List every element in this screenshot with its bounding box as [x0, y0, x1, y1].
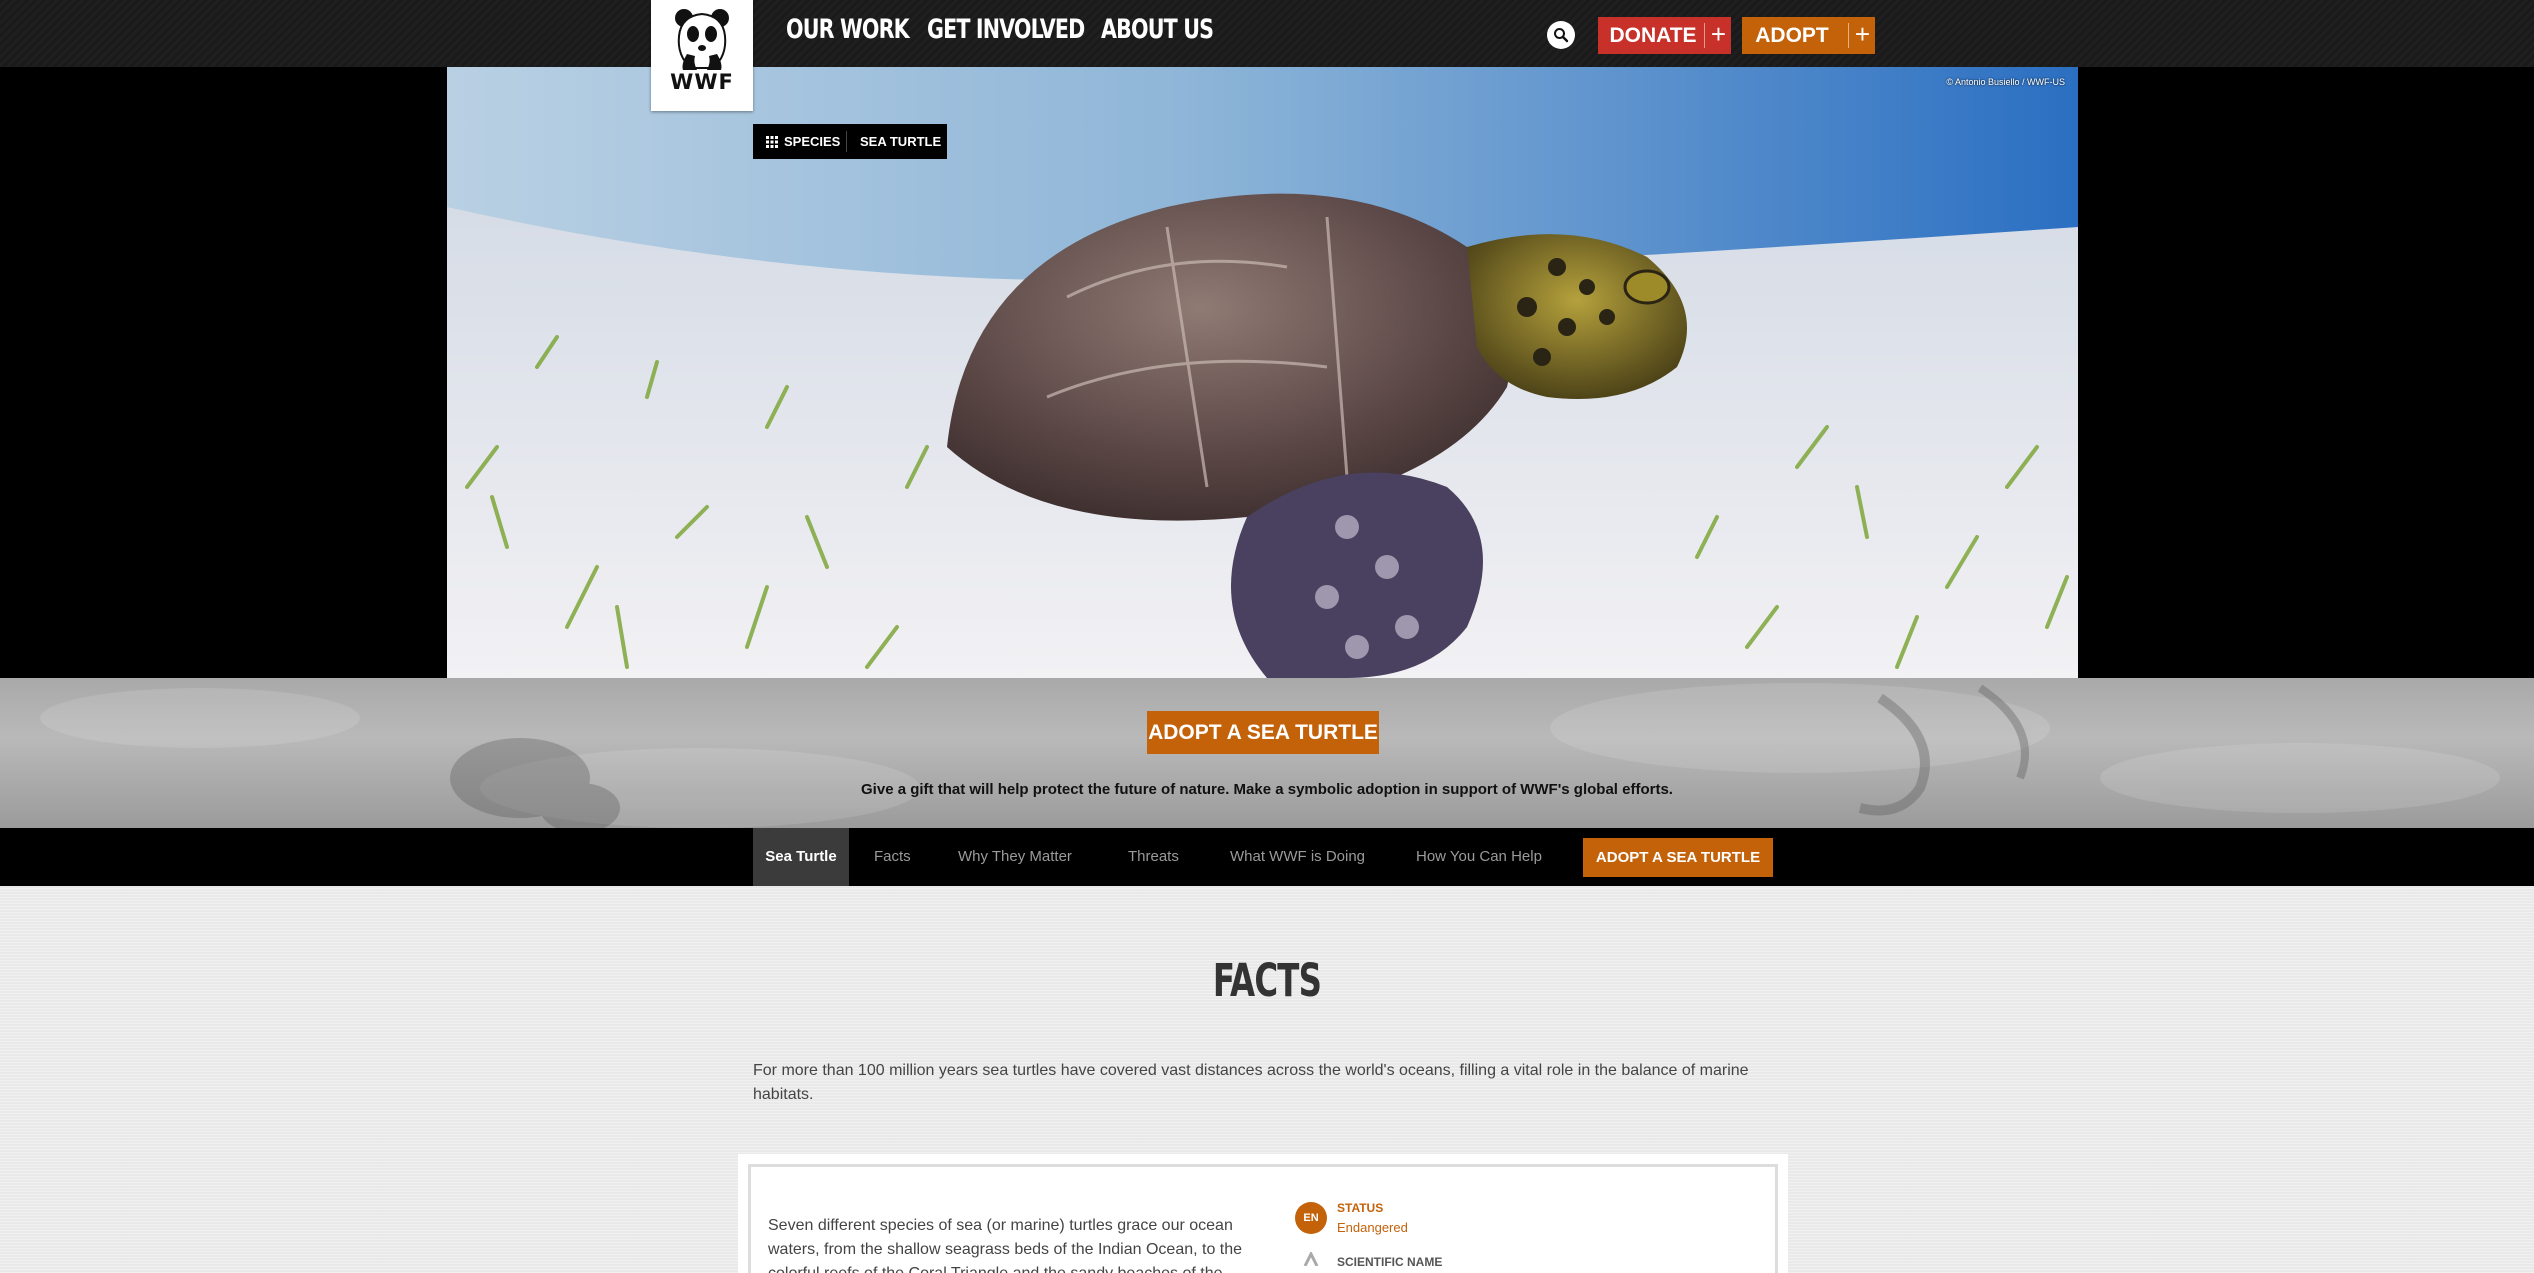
breadcrumb-current[interactable]: SEA TURTLE	[860, 134, 941, 149]
scientific-name-icon	[1303, 1252, 1319, 1266]
grid-icon	[766, 136, 778, 148]
nav-get-involved[interactable]: GET INVOLVED	[927, 14, 1085, 45]
donate-button[interactable]: DONATE +	[1598, 17, 1731, 54]
subnav-why-they-matter[interactable]: Why They Matter	[958, 828, 1072, 886]
adopt-sea-turtle-button[interactable]: ADOPT A SEA TURTLE	[1147, 711, 1379, 754]
subnav-adopt-button[interactable]: ADOPT A SEA TURTLE	[1583, 838, 1773, 877]
adopt-label: ADOPT	[1755, 24, 1829, 47]
search-button[interactable]	[1547, 21, 1575, 49]
adopt-banner-text: Give a gift that will help protect the f…	[861, 781, 1673, 798]
wwf-logo[interactable]: WWF	[651, 0, 753, 111]
facts-intro: For more than 100 million years sea turt…	[753, 1062, 1749, 1103]
logo-text: WWF	[670, 70, 734, 94]
breadcrumb-species-link[interactable]: SPECIES	[784, 134, 840, 149]
subnav-what-wwf-is-doing[interactable]: What WWF is Doing	[1230, 828, 1365, 886]
donate-label: DONATE	[1609, 24, 1697, 47]
scientific-name-label: SCIENTIFIC NAME	[1337, 1255, 1443, 1269]
plus-icon: +	[1704, 21, 1732, 48]
status-label: STATUS	[1337, 1201, 1384, 1215]
adopt-button[interactable]: ADOPT +	[1742, 17, 1875, 54]
nav-our-work[interactable]: OUR WORK	[786, 14, 910, 45]
plus-icon: +	[1848, 21, 1876, 48]
breadcrumb-divider	[846, 131, 847, 152]
panda-icon	[675, 9, 729, 70]
facts-body-text: Seven different species of sea (or marin…	[768, 1217, 1243, 1273]
adopt-banner: ADOPT A SEA TURTLE Give a gift that will…	[0, 678, 2534, 828]
nav-about-us[interactable]: ABOUT US	[1101, 14, 1214, 45]
photo-credit: © Antonio Busiello / WWF-US	[1946, 77, 2065, 87]
status-value[interactable]: Endangered	[1337, 1220, 1408, 1235]
subnav-sea-turtle[interactable]: Sea Turtle	[753, 828, 849, 886]
subnav-how-you-can-help[interactable]: How You Can Help	[1416, 828, 1542, 886]
facts-heading: FACTS	[1212, 954, 1322, 1007]
sea-turtle-photo	[447, 67, 2078, 678]
status-badge: EN	[1295, 1202, 1327, 1234]
top-navigation: WWF OUR WORK GET INVOLVED ABOUT US DONAT…	[0, 0, 2534, 111]
facts-section: FACTS For more than 100 million years se…	[0, 886, 2534, 1273]
breadcrumb: SPECIES SEA TURTLE	[753, 124, 947, 159]
search-icon	[1554, 28, 1569, 43]
species-subnav: Sea Turtle Facts Why They Matter Threats…	[0, 828, 2534, 886]
hero-image: © Antonio Busiello / WWF-US	[447, 67, 2078, 678]
subnav-threats[interactable]: Threats	[1128, 828, 1179, 886]
subnav-facts[interactable]: Facts	[874, 828, 911, 886]
facts-card: Seven different species of sea (or marin…	[738, 1154, 1788, 1273]
